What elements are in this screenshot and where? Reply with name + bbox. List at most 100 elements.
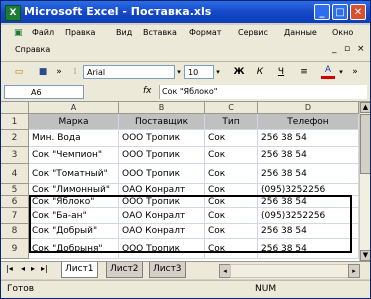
menu-insert[interactable]: Вставка: [143, 28, 177, 37]
bold-button[interactable]: Ж: [233, 65, 245, 79]
row-header[interactable]: 2: [1, 130, 29, 147]
table-cell[interactable]: Марка: [29, 114, 119, 130]
table-cell[interactable]: (095)3252256: [258, 184, 359, 196]
sheet-tab-2[interactable]: Лист2: [106, 262, 143, 278]
minimize-button[interactable]: _: [314, 4, 330, 20]
table-cell[interactable]: Сок: [205, 184, 258, 196]
column-header-d[interactable]: D: [258, 102, 359, 114]
font-name: Arial: [87, 68, 106, 77]
scroll-thumb[interactable]: [360, 114, 370, 174]
sheet-tab-3[interactable]: Лист3: [149, 262, 186, 278]
row-header[interactable]: 7: [1, 208, 29, 224]
font-size-select[interactable]: 10: [184, 65, 214, 79]
doc-restore-icon[interactable]: ▫: [344, 44, 350, 54]
title-bar[interactable]: X Microsoft Excel - Поставка.xls _ □ ✕: [1, 1, 370, 23]
table-cell[interactable]: Сок: [205, 130, 258, 147]
table-cell[interactable]: ООО Тропик: [119, 130, 205, 147]
table-cell[interactable]: Сок: [205, 224, 258, 239]
font-color-dropdown-icon[interactable]: ▾: [338, 65, 344, 79]
row-header[interactable]: 4: [1, 164, 29, 184]
row-header[interactable]: 6: [1, 196, 29, 208]
table-cell[interactable]: ООО Тропик: [119, 239, 205, 259]
table-cell[interactable]: Сок "Ба-ан": [29, 208, 119, 224]
last-sheet-icon[interactable]: ▸|: [41, 264, 48, 273]
table-cell[interactable]: Сок: [205, 196, 258, 208]
close-button[interactable]: ✕: [350, 4, 366, 20]
font-dropdown-icon[interactable]: ▾: [176, 65, 182, 79]
table-cell[interactable]: Сок: [205, 239, 258, 259]
table-cell[interactable]: 256 38 54: [258, 224, 359, 239]
row-header[interactable]: 9: [1, 239, 29, 259]
table-cell[interactable]: Сок "Добрый": [29, 224, 119, 239]
table-cell[interactable]: ОАО Конралт: [119, 208, 205, 224]
toolbar-more-icon[interactable]: »: [351, 65, 359, 79]
menu-edit[interactable]: Правка: [65, 28, 95, 37]
menu-file[interactable]: Файл: [32, 28, 54, 37]
font-select[interactable]: Arial: [83, 65, 175, 79]
row-header[interactable]: 3: [1, 147, 29, 164]
formula-input[interactable]: Сок "Яблоко": [159, 85, 367, 99]
table-cell[interactable]: Сок "Яблоко": [29, 196, 119, 208]
underline-button[interactable]: Ч: [275, 65, 287, 79]
scroll-down-icon[interactable]: ▼: [360, 250, 370, 261]
excel-app-icon[interactable]: X: [5, 5, 21, 21]
table-cell[interactable]: Сок "Чемпион": [29, 147, 119, 164]
table-cell[interactable]: 256 38 54: [258, 147, 359, 164]
table-cell[interactable]: Мин. Вода: [29, 130, 119, 147]
sheet-tab-1[interactable]: Лист1: [61, 262, 98, 278]
menu-view[interactable]: Вид: [116, 28, 132, 37]
font-color-icon[interactable]: A: [321, 65, 335, 79]
size-dropdown-icon[interactable]: ▾: [215, 65, 221, 79]
table-cell[interactable]: 256 38 54: [258, 130, 359, 147]
scroll-up-icon[interactable]: ▲: [360, 102, 370, 113]
maximize-button[interactable]: □: [332, 4, 348, 20]
open-icon[interactable]: ▭: [13, 65, 25, 79]
table-cell[interactable]: Сок: [205, 147, 258, 164]
save-icon[interactable]: ■: [37, 65, 49, 79]
column-header-b[interactable]: B: [119, 102, 205, 114]
hscroll-right-icon[interactable]: ▸: [348, 264, 360, 278]
menu-data[interactable]: Данные: [284, 28, 317, 37]
table-cell[interactable]: Сок "Добрыня": [29, 239, 119, 259]
table-cell[interactable]: ОАО Конралт: [119, 224, 205, 239]
workbook-icon[interactable]: ▣: [14, 28, 23, 38]
menu-window[interactable]: Окно: [332, 28, 353, 37]
table-cell[interactable]: 256 38 54: [258, 196, 359, 208]
column-header-a[interactable]: A: [29, 102, 119, 114]
table-cell[interactable]: Сок "Лимонный": [29, 184, 119, 196]
italic-button[interactable]: К: [254, 65, 266, 79]
horizontal-scrollbar[interactable]: [230, 264, 349, 278]
table-cell[interactable]: Сок "Томатный": [29, 164, 119, 184]
table-cell[interactable]: Тип: [205, 114, 258, 130]
table-cell[interactable]: ООО Тропик: [119, 164, 205, 184]
table-cell[interactable]: Сок: [205, 208, 258, 224]
first-sheet-icon[interactable]: |◂: [6, 264, 13, 273]
table-cell[interactable]: Сок: [205, 164, 258, 184]
table-cell[interactable]: ОАО Конралт: [119, 184, 205, 196]
doc-minimize-icon[interactable]: _: [332, 44, 337, 54]
menu-help[interactable]: Справка: [15, 45, 50, 54]
row-header[interactable]: 5: [1, 184, 29, 196]
worksheet-grid[interactable]: A B C D 1 Марка Поставщик Тип Телефон 2 …: [1, 102, 359, 261]
table-cell[interactable]: 256 38 54: [258, 239, 359, 259]
table-cell[interactable]: Телефон: [258, 114, 359, 130]
prev-sheet-icon[interactable]: ◂: [21, 264, 25, 273]
next-sheet-icon[interactable]: ▸: [31, 264, 35, 273]
table-cell[interactable]: ООО Тропик: [119, 147, 205, 164]
table-cell[interactable]: 256 38 54: [258, 164, 359, 184]
select-all-corner[interactable]: [1, 102, 29, 114]
menu-format[interactable]: Формат: [189, 28, 221, 37]
menu-tools[interactable]: Сервис: [238, 28, 268, 37]
vertical-scrollbar[interactable]: ▲ ▼: [359, 102, 370, 261]
table-cell[interactable]: Поставщик: [119, 114, 205, 130]
doc-close-icon[interactable]: ×: [357, 44, 365, 54]
column-header-c[interactable]: C: [205, 102, 258, 114]
toolbar-options-icon[interactable]: »: [55, 65, 63, 79]
name-box[interactable]: A6: [4, 85, 84, 99]
table-cell[interactable]: ООО Тропик: [119, 196, 205, 208]
fx-icon[interactable]: fx: [143, 86, 152, 96]
row-header[interactable]: 1: [1, 114, 29, 130]
align-icon[interactable]: ≡: [298, 65, 310, 79]
table-cell[interactable]: (095)3252256: [258, 208, 359, 224]
row-header[interactable]: 8: [1, 224, 29, 239]
